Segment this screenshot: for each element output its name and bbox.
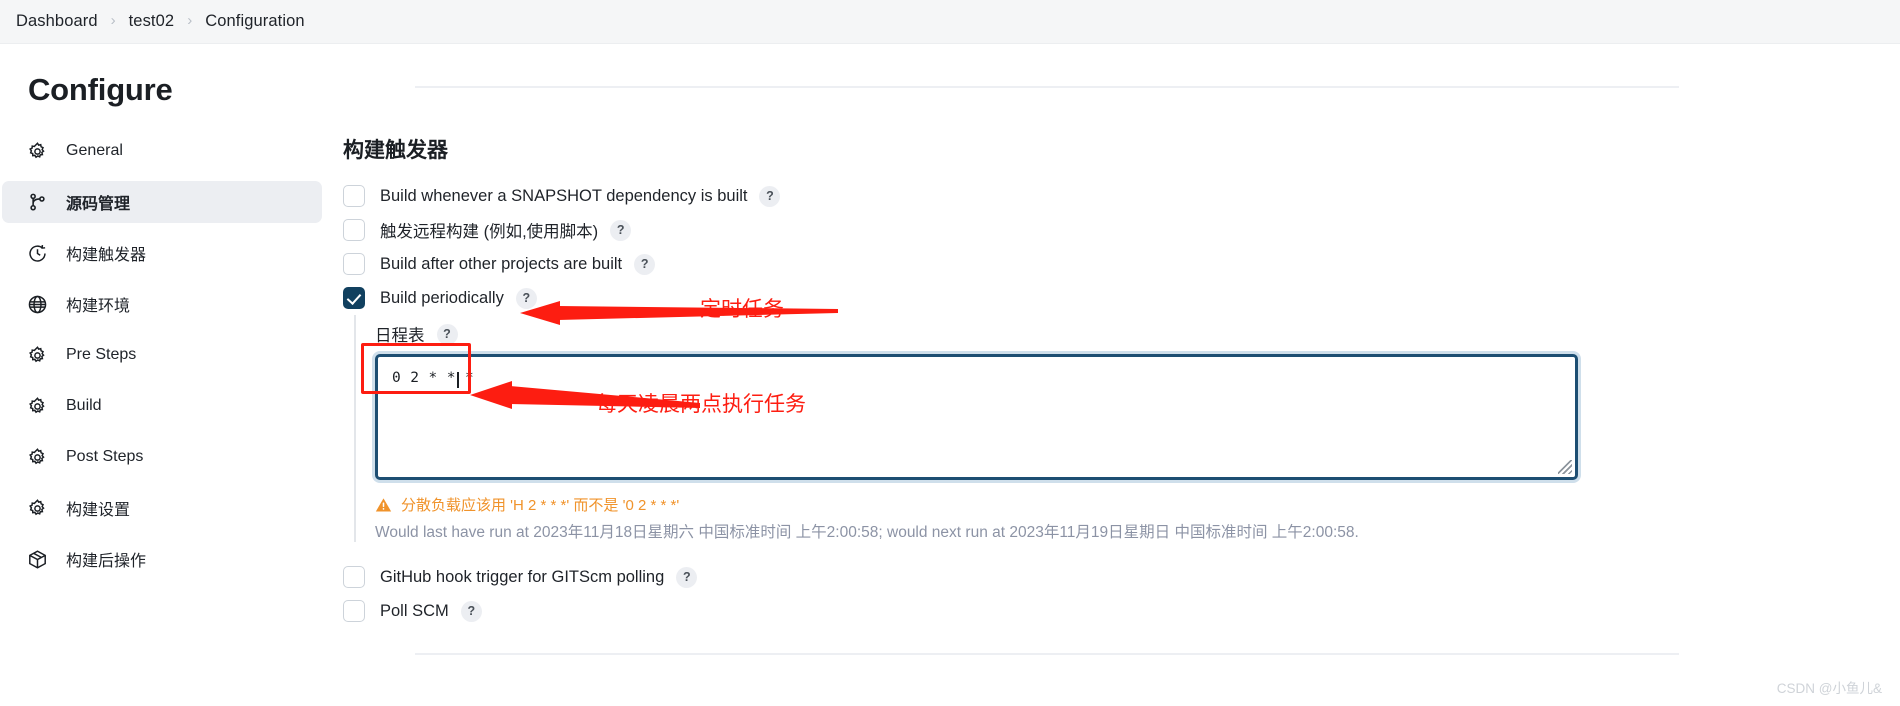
schedule-label-row: 日程表 ? xyxy=(375,321,1873,347)
help-icon[interactable]: ? xyxy=(460,600,482,622)
gear-icon xyxy=(26,395,48,417)
sidebar-item-post-steps[interactable]: Post Steps xyxy=(2,436,322,478)
sidebar-item-label: Build xyxy=(66,397,102,414)
sidebar-item-build[interactable]: Build xyxy=(2,385,322,427)
trigger-row-after-projects: Build after other projects are built ? xyxy=(343,247,1873,281)
sidebar-item-label: 构建后操作 xyxy=(66,553,147,570)
page-title: Configure xyxy=(28,72,173,107)
help-icon[interactable]: ? xyxy=(515,287,537,309)
trigger-row-poll-scm: Poll SCM ? xyxy=(343,594,1873,628)
sidebar-item-label: 构建设置 xyxy=(66,502,131,519)
checkbox-github-hook-trigger[interactable] xyxy=(343,566,365,588)
sidebar-item-label: 源码管理 xyxy=(66,196,131,213)
schedule-textarea-wrap: 0 2 * * * xyxy=(375,354,1578,480)
warning-icon xyxy=(375,497,392,513)
breadcrumb-item-dashboard[interactable]: Dashboard xyxy=(16,12,98,31)
clock-icon xyxy=(26,242,48,264)
schedule-value: 0 2 * * * xyxy=(392,370,475,386)
help-icon[interactable]: ? xyxy=(676,566,698,588)
page-root: Dashboard › test02 › Configuration Confi… xyxy=(0,0,1900,706)
trigger-row-snapshot: Build whenever a SNAPSHOT dependency is … xyxy=(343,179,1873,213)
divider-top xyxy=(415,86,1679,88)
divider-bottom xyxy=(415,653,1679,655)
sidebar-nav: General 源码管理 构建触发器 构建环境 Pre Steps Build … xyxy=(0,130,340,580)
help-icon[interactable]: ? xyxy=(610,219,632,241)
build-triggers-form: Build whenever a SNAPSHOT dependency is … xyxy=(343,179,1873,628)
trigger-label: Build whenever a SNAPSHOT dependency is … xyxy=(380,186,748,205)
resize-handle-icon[interactable] xyxy=(1558,460,1572,474)
trigger-label: Build after other projects are built xyxy=(380,254,623,273)
sidebar-item-post-build-actions[interactable]: 构建后操作 xyxy=(2,538,322,580)
gear-icon xyxy=(26,446,48,468)
trigger-label: Build periodically xyxy=(380,288,504,307)
watermark: CSDN @小鱼儿& xyxy=(1776,681,1882,696)
checkbox-build-on-snapshot[interactable] xyxy=(343,185,365,207)
main-content: 构建触发器 Build whenever a SNAPSHOT dependen… xyxy=(340,44,1900,706)
help-icon[interactable]: ? xyxy=(436,323,458,345)
sidebar-item-source-code-management[interactable]: 源码管理 xyxy=(2,181,322,223)
trigger-row-remote: 触发远程构建 (例如,使用脚本) ? xyxy=(343,213,1873,247)
schedule-warning-text: 分散负载应该用 'H 2 * * *' 而不是 '0 2 * * *' xyxy=(401,497,680,514)
section-title: 构建触发器 xyxy=(343,139,448,162)
sidebar-item-label: Post Steps xyxy=(66,448,144,465)
trigger-label: Poll SCM xyxy=(380,601,449,620)
sidebar-item-pre-steps[interactable]: Pre Steps xyxy=(2,334,322,376)
trigger-row-build-periodically: Build periodically ? xyxy=(343,281,1873,315)
schedule-warning: 分散负载应该用 'H 2 * * *' 而不是 '0 2 * * *' xyxy=(375,494,1873,515)
gear-icon xyxy=(26,140,48,162)
gear-icon xyxy=(26,344,48,366)
schedule-textarea[interactable]: 0 2 * * * xyxy=(375,354,1578,480)
breadcrumb: Dashboard › test02 › Configuration xyxy=(0,0,1900,44)
breadcrumb-separator-icon: › xyxy=(110,12,116,29)
trigger-label: 触发远程构建 (例如,使用脚本) xyxy=(380,223,599,241)
sidebar-item-build-environment[interactable]: 构建环境 xyxy=(2,283,322,325)
trigger-row-github-hook: GitHub hook trigger for GITScm polling ? xyxy=(343,560,1873,594)
help-icon[interactable]: ? xyxy=(634,253,656,275)
box-icon xyxy=(26,548,48,570)
schedule-info-text: Would last have run at 2023年11月18日星期六 中国… xyxy=(375,524,1359,541)
section-header: 构建触发器 xyxy=(343,134,448,164)
checkbox-build-after-projects[interactable] xyxy=(343,253,365,275)
sidebar-item-label: General xyxy=(66,142,123,159)
sidebar-item-label: 构建环境 xyxy=(66,298,131,315)
checkbox-trigger-remotely[interactable] xyxy=(343,219,365,241)
branch-icon xyxy=(26,191,48,213)
help-icon[interactable]: ? xyxy=(759,185,781,207)
sidebar: Configure General 源码管理 构建触发器 构建环境 Pre St… xyxy=(0,44,340,706)
breadcrumb-separator-icon: › xyxy=(187,12,193,29)
trigger-label: GitHub hook trigger for GITScm polling xyxy=(380,567,665,586)
breadcrumb-item-test02[interactable]: test02 xyxy=(129,12,175,31)
schedule-section: 日程表 ? 0 2 * * * 分散负载应该用 'H 2 * * *' 而不是 … xyxy=(354,315,1873,542)
sidebar-item-label: 构建触发器 xyxy=(66,247,147,264)
checkbox-poll-scm[interactable] xyxy=(343,600,365,622)
sidebar-item-build-triggers[interactable]: 构建触发器 xyxy=(2,232,322,274)
text-caret xyxy=(457,372,459,388)
sidebar-item-build-settings[interactable]: 构建设置 xyxy=(2,487,322,529)
gear-icon xyxy=(26,497,48,519)
globe-icon xyxy=(26,293,48,315)
schedule-label: 日程表 xyxy=(375,327,425,345)
sidebar-item-label: Pre Steps xyxy=(66,346,137,363)
sidebar-item-general[interactable]: General xyxy=(2,130,322,172)
breadcrumb-item-configuration[interactable]: Configuration xyxy=(205,12,304,31)
checkbox-build-periodically[interactable] xyxy=(343,287,365,309)
